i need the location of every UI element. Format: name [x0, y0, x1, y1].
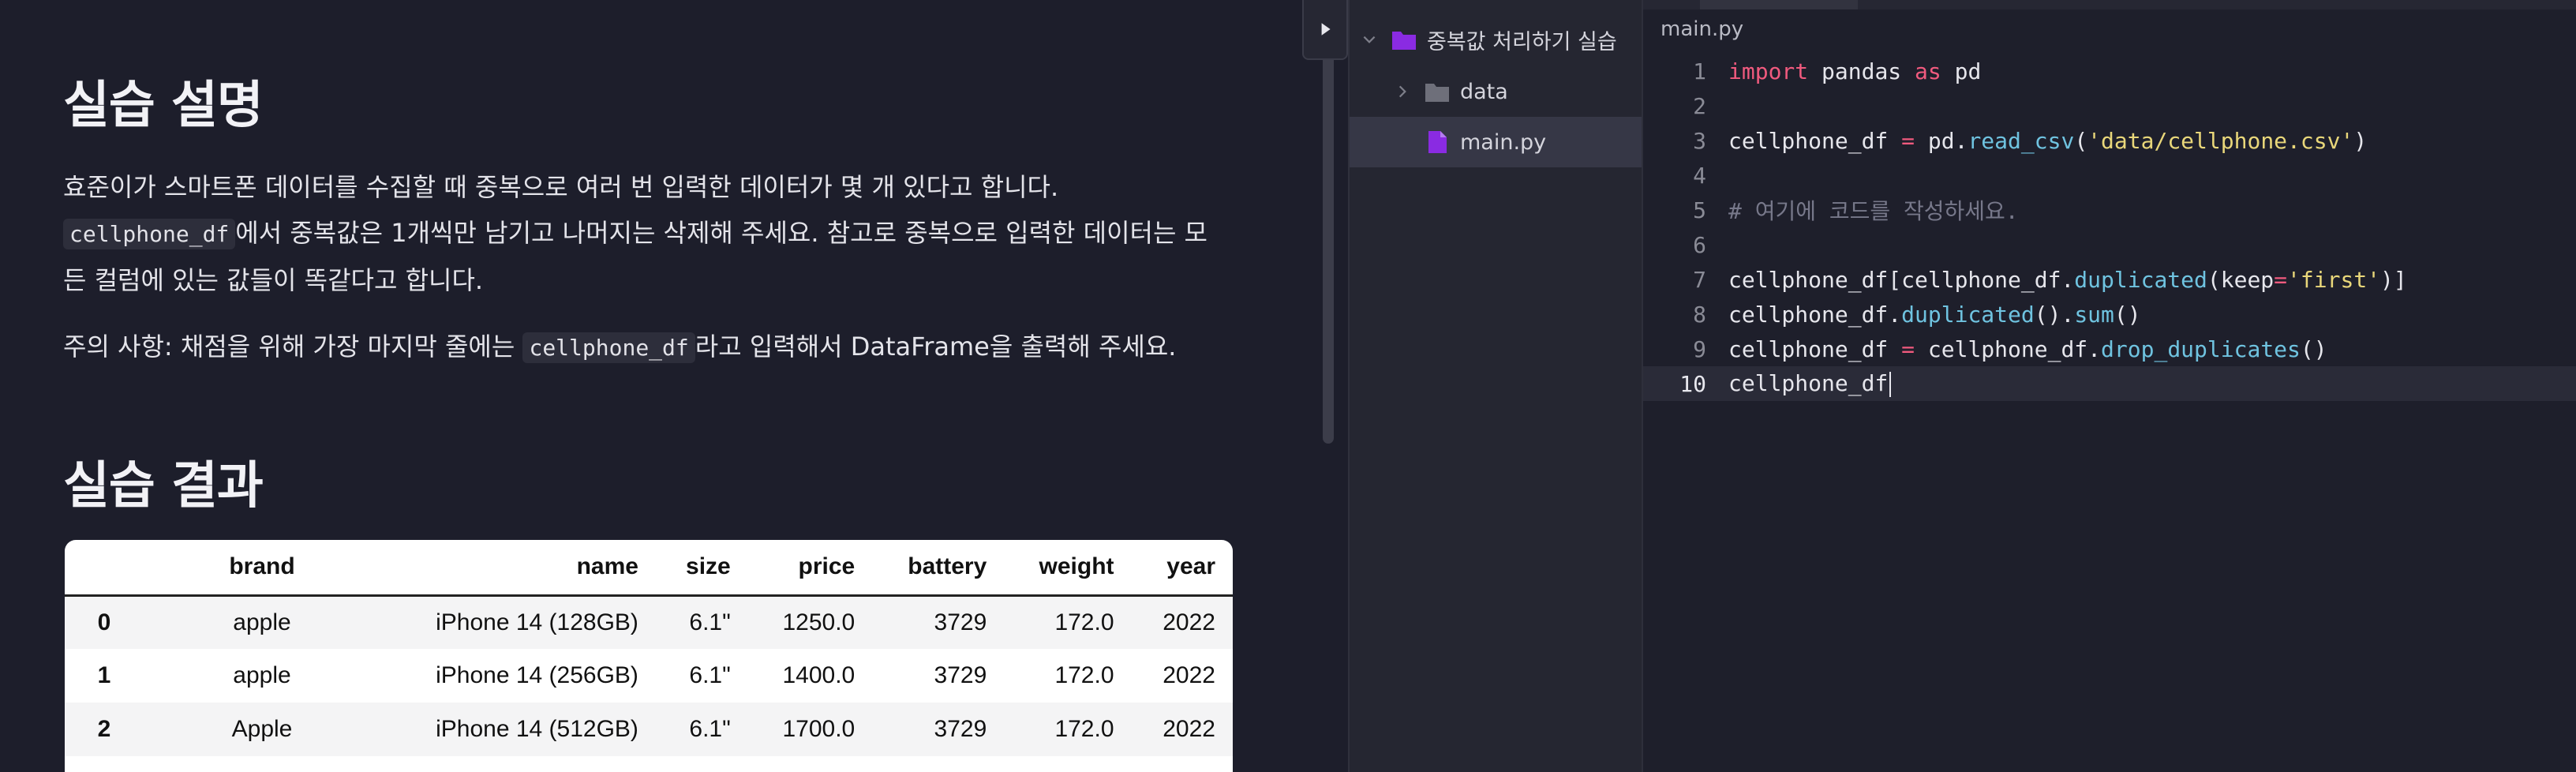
cell-size: 6.1" — [689, 662, 731, 688]
cell-name: iPhone 14 (128GB) — [436, 609, 638, 635]
line-number: 2 — [1693, 92, 1706, 119]
cell-index: 0 — [97, 609, 111, 635]
inline-code-cellphone-df: cellphone_df — [63, 219, 236, 249]
cell-weight: 172.0 — [1054, 609, 1114, 635]
code-text: cellphone_df[cellphone_df.duplicated(kee… — [1728, 266, 2407, 293]
note-line: 주의 사항: 채점을 위해 가장 마지막 줄에는 cellphone_df 라고 … — [63, 327, 1176, 363]
lesson-scrollbar[interactable] — [1323, 36, 1334, 444]
section-title-result: 실습 결과 — [63, 457, 264, 515]
header-size: size — [655, 540, 748, 597]
code-line[interactable]: 2 — [1643, 88, 2576, 123]
tree-item-main-py[interactable]: main.py — [1350, 117, 1643, 167]
cell-brand: apple — [233, 662, 291, 688]
code-text: cellphone_df = cellphone_df.drop_duplica… — [1728, 335, 2327, 362]
folder-icon — [1425, 84, 1449, 102]
chevron-right-icon — [1398, 85, 1406, 98]
code-line[interactable]: 1 import pandas as pd — [1643, 54, 2576, 88]
main-py-label: main.py — [1460, 129, 1547, 155]
code-line[interactable]: 6 — [1643, 227, 2576, 262]
code-text: cellphone_df — [1728, 370, 1892, 397]
tree-item-root-folder[interactable]: 중복값 처리하기 실습 — [1350, 14, 1643, 65]
line-number: 3 — [1693, 127, 1706, 154]
cell-size: 6.1" — [689, 716, 731, 742]
line-number: 4 — [1693, 162, 1706, 189]
editor-file-title: main.py — [1661, 17, 1744, 41]
folder-icon — [1392, 32, 1416, 50]
result-table-card: brand name size price battery weight yea… — [65, 540, 1233, 772]
table-row: 2 Apple iPhone 14 (512GB) 6.1" 1700.0 37… — [65, 703, 1233, 756]
python-file-icon — [1428, 131, 1447, 153]
code-text: import pandas as pd — [1728, 58, 1982, 84]
tree-item-data-folder[interactable]: data — [1350, 66, 1643, 117]
lesson-panel: 실습 설명 효준이가 스마트폰 데이터를 수집할 때 중복으로 여러 번 입력한… — [0, 0, 1348, 772]
line-number: 5 — [1693, 197, 1706, 223]
description-line-1: 효준이가 스마트폰 데이터를 수집할 때 중복으로 여러 번 입력한 데이터가 … — [63, 172, 1059, 202]
text-caret — [1889, 372, 1892, 397]
code-line-current[interactable]: 10 cellphone_df — [1643, 366, 2576, 401]
cell-index: 1 — [97, 662, 111, 688]
cell-index: 2 — [97, 716, 111, 742]
header-name: name — [380, 540, 656, 597]
cell-brand: Apple — [231, 716, 293, 742]
cell-battery: 3729 — [934, 716, 987, 742]
cell-size: 6.1" — [689, 609, 731, 635]
cell-price: 1700.0 — [782, 716, 856, 742]
note-inline-code: cellphone_df — [522, 332, 695, 363]
line-number: 1 — [1693, 58, 1706, 84]
line-number: 10 — [1679, 370, 1706, 397]
code-line[interactable]: 8 cellphone_df.duplicated().sum() — [1643, 297, 2576, 332]
cell-battery: 3729 — [934, 609, 987, 635]
editor-tab-bar — [1643, 0, 2576, 9]
play-triangle-icon — [1321, 23, 1331, 36]
table-row: 0 apple iPhone 14 (128GB) 6.1" 1250.0 37… — [65, 595, 1233, 649]
header-brand: brand — [144, 540, 380, 597]
file-explorer: 중복값 처리하기 실습 data main.py — [1348, 0, 1643, 772]
cell-price: 1400.0 — [782, 662, 856, 688]
header-year: year — [1131, 540, 1233, 597]
result-table: brand name size price battery weight yea… — [65, 540, 1233, 756]
line-number: 7 — [1693, 266, 1706, 293]
cell-name: iPhone 14 (256GB) — [436, 662, 638, 688]
cell-weight: 172.0 — [1054, 662, 1114, 688]
code-text: cellphone_df = pd.read_csv('data/cellpho… — [1728, 127, 2368, 154]
code-line[interactable]: 5 # 여기에 코드를 작성하세요. — [1643, 193, 2576, 227]
description-line-2: cellphone_df 에서 중복값은 1개씩만 남기고 나머지는 삭제해 주세… — [63, 213, 1208, 249]
cell-weight: 172.0 — [1054, 716, 1114, 742]
description-line-2-text: 에서 중복값은 1개씩만 남기고 나머지는 삭제해 주세요. 참고로 중복으로 … — [235, 218, 1208, 248]
panel-toggle-button[interactable] — [1302, 0, 1348, 60]
code-line[interactable]: 9 cellphone_df = cellphone_df.drop_dupli… — [1643, 332, 2576, 366]
cell-price: 1250.0 — [782, 609, 856, 635]
cell-year: 2022 — [1163, 609, 1215, 635]
cell-year: 2022 — [1163, 716, 1215, 742]
code-comment: # 여기에 코드를 작성하세요. — [1728, 198, 2019, 224]
header-battery: battery — [872, 540, 1005, 597]
code-line[interactable]: 4 — [1643, 158, 2576, 193]
code-text: cellphone_df.duplicated().sum() — [1728, 301, 2141, 328]
line-number: 6 — [1693, 231, 1706, 258]
code-line[interactable]: 7 cellphone_df[cellphone_df.duplicated(k… — [1643, 262, 2576, 297]
editor-tab[interactable] — [1700, 0, 1858, 9]
description-line-3: 든 컬럼에 있는 값들이 똑같다고 합니다. — [63, 265, 484, 295]
cell-brand: apple — [233, 609, 291, 635]
code-line[interactable]: 3 cellphone_df = pd.read_csv('data/cellp… — [1643, 123, 2576, 158]
cell-name: iPhone 14 (512GB) — [436, 716, 638, 742]
data-folder-label: data — [1460, 79, 1508, 104]
line-number: 9 — [1693, 335, 1706, 362]
note-prefix: 주의 사항: 채점을 위해 가장 마지막 줄에는 — [63, 332, 515, 362]
chevron-down-icon — [1363, 36, 1376, 43]
table-row: 1 apple iPhone 14 (256GB) 6.1" 1400.0 37… — [65, 649, 1233, 703]
table-header-row: brand name size price battery weight yea… — [65, 540, 1233, 597]
header-price: price — [747, 540, 873, 597]
section-title-description: 실습 설명 — [63, 77, 264, 135]
header-weight: weight — [1004, 540, 1132, 597]
cell-year: 2022 — [1163, 662, 1215, 688]
line-number: 8 — [1693, 301, 1706, 328]
header-index — [65, 540, 144, 597]
note-suffix: 라고 입력해서 DataFrame을 출력해 주세요. — [695, 332, 1177, 362]
root-folder-label: 중복값 처리하기 실습 — [1427, 29, 1617, 54]
code-editor[interactable]: main.py 1 import pandas as pd 2 3 cellph… — [1642, 0, 2576, 772]
cell-battery: 3729 — [934, 662, 987, 688]
